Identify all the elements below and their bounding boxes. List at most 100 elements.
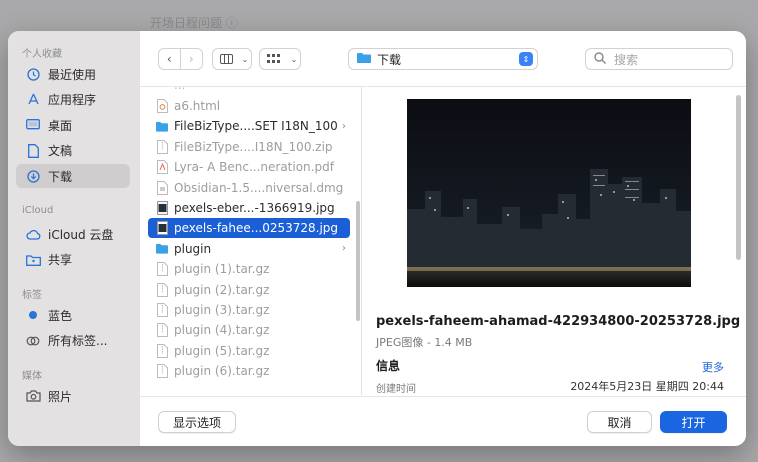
cloud-icon xyxy=(24,229,42,240)
sidebar-section-header: 媒体 xyxy=(22,371,42,382)
dialog-footer: 显示选项 取消 打开 xyxy=(140,396,746,446)
file-item-label: pexels-fahee...0253728.jpg xyxy=(174,221,339,236)
preview-scrollbar[interactable] xyxy=(736,95,741,260)
file-item-label: FileBizType....I18N_100.zip xyxy=(174,139,333,154)
file-item-label: plugin (2).tar.gz xyxy=(174,282,270,297)
preview-kind: JPEG图像 - 1.4 MB xyxy=(376,336,473,349)
file-item[interactable]: pexels-fahee...0253728.jpg xyxy=(148,218,350,239)
file-item[interactable]: Lyra- A Benc...neration.pdf xyxy=(148,157,350,177)
image-file-icon xyxy=(156,221,168,236)
created-value: 2024年5月23日 星期四 20:44 xyxy=(570,380,724,393)
folder-icon xyxy=(156,242,168,256)
file-item-label: plugin (4).tar.gz xyxy=(174,323,270,338)
sidebar-item[interactable]: 下载 xyxy=(16,164,130,188)
file-item[interactable]: plugin (4).tar.gz xyxy=(148,320,350,340)
file-item-label: Lyra- A Benc...neration.pdf xyxy=(174,160,334,175)
location-label: 下载 xyxy=(377,52,402,67)
file-list-scrollbar[interactable] xyxy=(356,201,360,321)
archive-file-icon xyxy=(156,262,168,277)
file-item-label: plugin (6).tar.gz xyxy=(174,364,270,379)
file-item[interactable]: plugin (2).tar.gz xyxy=(148,280,350,300)
sidebar-item-label: 照片 xyxy=(48,389,73,404)
background-title: 开场日程问题 ⓘ xyxy=(150,16,238,30)
group-by-button[interactable]: ⌄ xyxy=(259,48,301,70)
file-item[interactable]: plugin (1).tar.gz xyxy=(148,259,350,279)
open-file-dialog: 个人收藏 最近使用 应用程序 桌面 文稿 下载 iCloud iCloud 云盘 共享 标签 蓝色所… xyxy=(8,31,746,446)
created-label: 创建时间 xyxy=(376,384,416,395)
sidebar-item-label: 桌面 xyxy=(48,118,73,133)
stepper-icon: ⇕ xyxy=(519,52,533,66)
show-options-button[interactable]: 显示选项 xyxy=(158,411,236,433)
sidebar-item-label: 文稿 xyxy=(48,144,73,158)
file-item[interactable]: plugin (5).tar.gz xyxy=(148,341,350,361)
html-file-icon xyxy=(156,99,168,113)
sidebar-item-label: 最近使用 xyxy=(48,67,97,82)
archive-file-icon xyxy=(156,364,168,379)
zip-file-icon xyxy=(156,139,168,154)
chevron-down-icon: ⌄ xyxy=(290,54,298,64)
folder-item[interactable]: plugin › xyxy=(148,239,350,259)
file-item-label: pexels-eber...-1366919.jpg xyxy=(174,201,335,215)
grid-icon xyxy=(260,49,288,69)
sidebar-item[interactable]: 蓝色 xyxy=(16,303,130,327)
shared-folder-icon xyxy=(24,254,42,266)
back-button[interactable]: ‹ xyxy=(159,49,181,69)
search-placeholder: 搜索 xyxy=(614,52,639,67)
preview-filename: pexels-faheem-ahamad-422934800-20253728.… xyxy=(376,314,741,329)
camera-icon xyxy=(24,390,42,402)
file-item[interactable]: plugin (3).tar.gz xyxy=(148,300,350,320)
preview-image xyxy=(407,99,691,287)
nav-buttons: ‹ › xyxy=(158,48,203,70)
location-select[interactable]: 下载 ⇕ xyxy=(348,48,538,70)
pdf-icon xyxy=(156,160,168,175)
file-item-label: plugin (3).tar.gz xyxy=(174,303,270,317)
sidebar-item[interactable]: 文稿 xyxy=(16,139,130,163)
file-item[interactable]: FileBizType....I18N_100.zip xyxy=(148,137,350,157)
sidebar-item[interactable]: iCloud 云盘 xyxy=(16,222,130,246)
pdf-icon xyxy=(156,87,168,92)
file-item[interactable]: plugin (6).tar.gz xyxy=(148,361,350,381)
sidebar-item-label: 下载 xyxy=(48,169,73,184)
archive-file-icon xyxy=(156,343,168,358)
apps-icon xyxy=(24,93,42,106)
folder-icon xyxy=(357,52,371,66)
desktop-icon xyxy=(24,119,42,131)
open-button[interactable]: 打开 xyxy=(660,411,727,433)
file-item-cutoff[interactable]: ... xyxy=(148,87,350,95)
preview-pane: pexels-faheem-ahamad-422934800-20253728.… xyxy=(366,87,746,395)
chevron-right-icon: › xyxy=(342,120,346,132)
file-item[interactable]: Obsidian-1.5....niversal.dmg xyxy=(148,178,350,198)
view-mode-button[interactable]: ⌄ xyxy=(212,48,252,70)
sidebar-item[interactable]: 共享 xyxy=(16,248,130,272)
image-file-icon xyxy=(156,201,168,215)
search-field[interactable]: 搜索 xyxy=(585,48,733,70)
archive-file-icon xyxy=(156,323,168,338)
folder-item[interactable]: FileBizType....SET I18N_100 › xyxy=(148,116,350,136)
sidebar-section-header: 个人收藏 xyxy=(22,49,62,60)
chevron-right-icon: › xyxy=(342,243,346,255)
search-icon xyxy=(594,51,606,67)
sidebar-item[interactable]: 所有标签... xyxy=(16,329,130,353)
blue-dot-icon xyxy=(24,310,42,320)
more-link[interactable]: 更多 xyxy=(702,359,724,375)
sidebar-item[interactable]: 最近使用 xyxy=(16,62,130,86)
file-item[interactable]: pexels-eber...-1366919.jpg xyxy=(148,198,350,218)
sidebar-item-label: 蓝色 xyxy=(48,308,73,323)
cancel-button[interactable]: 取消 xyxy=(587,411,652,433)
file-item[interactable]: a6.html xyxy=(148,96,350,116)
main-pane: ‹ › ⌄ ⌄ 下载 ⇕ 搜索 a6.html FileBizType....S… xyxy=(140,31,746,446)
sidebar-item-label: 共享 xyxy=(48,253,73,267)
clock-icon xyxy=(24,67,42,81)
archive-file-icon xyxy=(156,303,168,317)
file-item-label: Obsidian-1.5....niversal.dmg xyxy=(174,180,344,195)
sidebar-item[interactable]: 桌面 xyxy=(16,113,130,137)
sidebar: 个人收藏 最近使用 应用程序 桌面 文稿 下载 iCloud iCloud 云盘 共享 标签 蓝色所… xyxy=(8,31,140,446)
sidebar-item[interactable]: 应用程序 xyxy=(16,88,130,112)
forward-button[interactable]: › xyxy=(181,49,202,69)
tags-icon xyxy=(24,336,42,346)
info-heading: 信息 xyxy=(376,359,401,373)
sidebar-item-label: 应用程序 xyxy=(48,93,97,107)
file-list: ... a6.htmlFileBizType....SET I18N_100› F… xyxy=(140,87,362,395)
sidebar-item[interactable]: 照片 xyxy=(16,384,130,408)
folder-icon xyxy=(156,119,168,133)
